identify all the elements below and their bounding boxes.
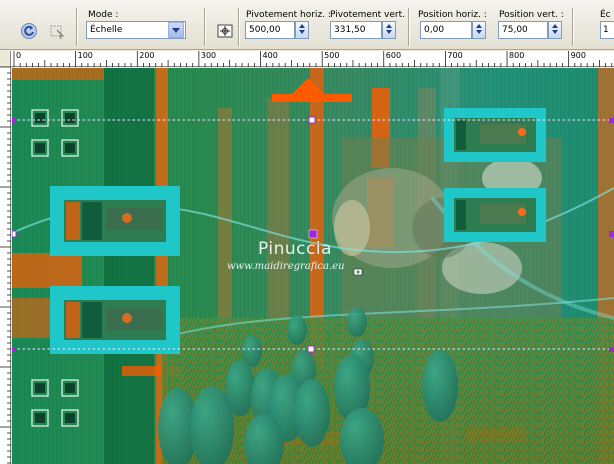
scale-input-cut[interactable]: 1 xyxy=(600,21,614,39)
top-right-handle[interactable] xyxy=(609,118,614,123)
pos-h-label: Position horiz. : xyxy=(418,10,487,20)
ruler-label: 300 xyxy=(200,51,217,60)
vertical-ruler-ticks xyxy=(0,66,11,464)
ruler-label: 0 xyxy=(16,51,22,60)
pos-v-input[interactable]: 75,00 xyxy=(498,21,548,39)
watermark-title: Pinuccia xyxy=(258,239,332,259)
separator xyxy=(76,8,78,46)
watermark-url: www.maidiregrafica.eu xyxy=(227,261,345,272)
pivot-h-label: Pivotement horiz. : xyxy=(246,10,331,20)
vertical-ruler xyxy=(0,66,11,464)
reset-icon[interactable] xyxy=(18,20,40,42)
bottom-left-handle[interactable] xyxy=(12,347,16,352)
pivot-v-spinner[interactable] xyxy=(382,21,396,39)
left-center-handle[interactable] xyxy=(12,230,17,238)
scale-label-cut: Éc xyxy=(600,10,611,20)
tool-options-bar: Mode : Échelle Pivotement horiz. : 500,0… xyxy=(0,0,614,50)
mode-label: Mode : xyxy=(88,10,119,20)
ruler-corner xyxy=(0,51,11,67)
top-left-handle[interactable] xyxy=(12,118,16,123)
top-center-handle[interactable] xyxy=(308,116,316,124)
apply-icon[interactable] xyxy=(46,20,68,42)
horizontal-ruler: 0 100 200 300 400 500 600 700 800 900 xyxy=(11,51,614,67)
ruler-label: 800 xyxy=(509,51,525,60)
chevron-down-icon xyxy=(172,27,180,33)
move-cursor-icon xyxy=(353,268,363,276)
separator xyxy=(572,8,574,46)
pivot-h-input[interactable]: 500,00 xyxy=(245,21,295,39)
bottom-right-handle[interactable] xyxy=(609,347,614,352)
image-canvas[interactable]: Pinuccia www.maidiregrafica.eu xyxy=(12,68,614,464)
ruler-label: 200 xyxy=(139,51,155,60)
pos-h-input[interactable]: 0,00 xyxy=(420,21,472,39)
pivot-point-handle[interactable] xyxy=(308,229,318,239)
pos-v-spinner[interactable] xyxy=(548,21,562,39)
pivot-crosshair-icon[interactable] xyxy=(214,20,236,42)
right-center-handle[interactable] xyxy=(609,231,614,237)
pos-v-label: Position vert. : xyxy=(499,10,564,20)
ruler-label: 500 xyxy=(324,51,340,60)
separator xyxy=(238,8,240,46)
pivot-v-input[interactable]: 331,50 xyxy=(330,21,382,39)
ruler-label: 600 xyxy=(385,51,402,60)
pos-h-spinner[interactable] xyxy=(472,21,486,39)
separator xyxy=(408,8,410,46)
ruler-label: 100 xyxy=(77,51,93,60)
bottom-center-handle[interactable] xyxy=(307,345,315,353)
ruler-label: 700 xyxy=(447,51,463,60)
ruler-label: 400 xyxy=(262,51,278,60)
pivot-h-spinner[interactable] xyxy=(295,21,309,39)
separator xyxy=(204,8,206,46)
ruler-label: 900 xyxy=(570,51,586,60)
pivot-v-label: Pivotement vert. : xyxy=(330,10,411,20)
mode-dropdown-button[interactable] xyxy=(168,22,184,38)
